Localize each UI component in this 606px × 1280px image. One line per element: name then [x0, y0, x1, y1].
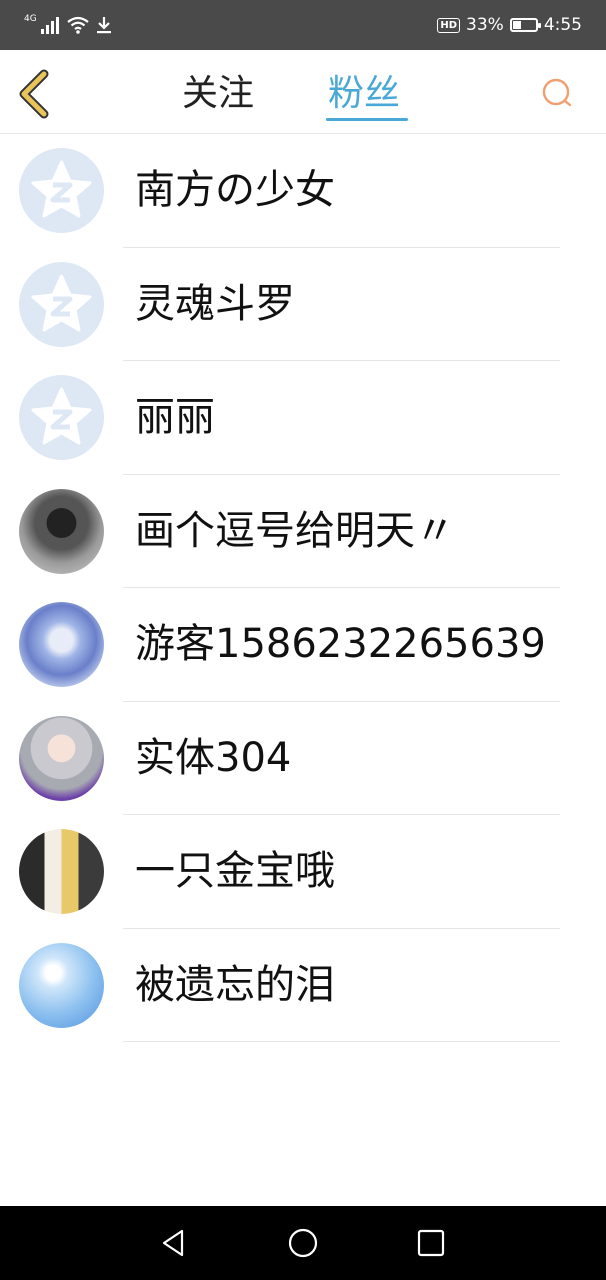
avatar[interactable]	[19, 829, 104, 914]
signal-icon	[40, 17, 59, 34]
hd-icon: HD	[437, 17, 461, 33]
avatar[interactable]	[19, 715, 104, 801]
status-right: HD 33% 4:55	[437, 12, 582, 38]
list-item[interactable]: 画个逗号给明天〃	[0, 475, 606, 588]
search-icon	[542, 78, 572, 107]
fan-name: 灵魂斗罗	[135, 280, 295, 327]
fan-name: 画个逗号给明天〃	[135, 507, 455, 554]
avatar[interactable]	[19, 148, 104, 233]
list-item[interactable]: 游客1586232265639	[0, 588, 606, 702]
fan-name: 丽丽	[135, 394, 215, 440]
list-item[interactable]: 南方の少女	[0, 134, 606, 248]
top-bar: 关注 粉丝	[0, 50, 606, 134]
divider	[123, 1041, 560, 1042]
nav-back-button[interactable]	[157, 1226, 191, 1260]
fan-name: 实体304	[135, 734, 292, 781]
list-item[interactable]: 实体304	[0, 702, 606, 815]
qq-default-avatar-icon	[31, 387, 92, 445]
wifi-icon	[67, 16, 89, 34]
clock: 4:55	[543, 15, 582, 35]
network-type: 4G	[24, 14, 37, 24]
back-chevron-icon	[19, 69, 49, 119]
system-nav-bar	[0, 1206, 606, 1280]
tab-selected-indicator	[326, 118, 408, 121]
avatar[interactable]	[19, 375, 104, 460]
avatar[interactable]	[19, 261, 104, 347]
back-triangle-icon	[162, 1229, 184, 1257]
search-button[interactable]	[540, 76, 574, 110]
avatar[interactable]	[19, 602, 104, 687]
list-item[interactable]: 一只金宝哦	[0, 815, 606, 929]
list-item[interactable]: 丽丽	[0, 361, 606, 475]
qq-default-avatar-icon	[31, 160, 92, 218]
battery-percent: 33%	[466, 15, 504, 35]
home-circle-icon	[288, 1228, 318, 1258]
nav-recents-button[interactable]	[414, 1226, 448, 1260]
tab-fans[interactable]: 粉丝	[328, 72, 400, 116]
avatar[interactable]	[19, 488, 104, 574]
list-item[interactable]: 被遗忘的泪	[0, 929, 606, 1042]
fan-name: 一只金宝哦	[135, 848, 335, 894]
list-item[interactable]: 灵魂斗罗	[0, 248, 606, 361]
battery-icon	[509, 18, 541, 32]
battery-fill	[512, 21, 521, 29]
status-left: 4G	[24, 12, 113, 38]
nav-home-button[interactable]	[286, 1226, 320, 1260]
fans-list: 南方の少女 灵魂斗罗 丽丽 画个逗号给明天〃 游客1586232265639 实…	[0, 134, 606, 1042]
avatar[interactable]	[19, 942, 104, 1028]
download-icon	[96, 17, 111, 34]
back-button[interactable]	[14, 68, 58, 120]
qq-default-avatar-icon	[31, 274, 92, 331]
tab-following[interactable]: 关注	[182, 72, 254, 116]
fan-name: 被遗忘的泪	[135, 961, 335, 1008]
status-bar: 4G HD 33% 4:55	[0, 0, 606, 50]
fan-name: 游客1586232265639	[135, 621, 546, 667]
fan-name: 南方の少女	[135, 167, 335, 213]
recents-square-icon	[417, 1229, 445, 1257]
